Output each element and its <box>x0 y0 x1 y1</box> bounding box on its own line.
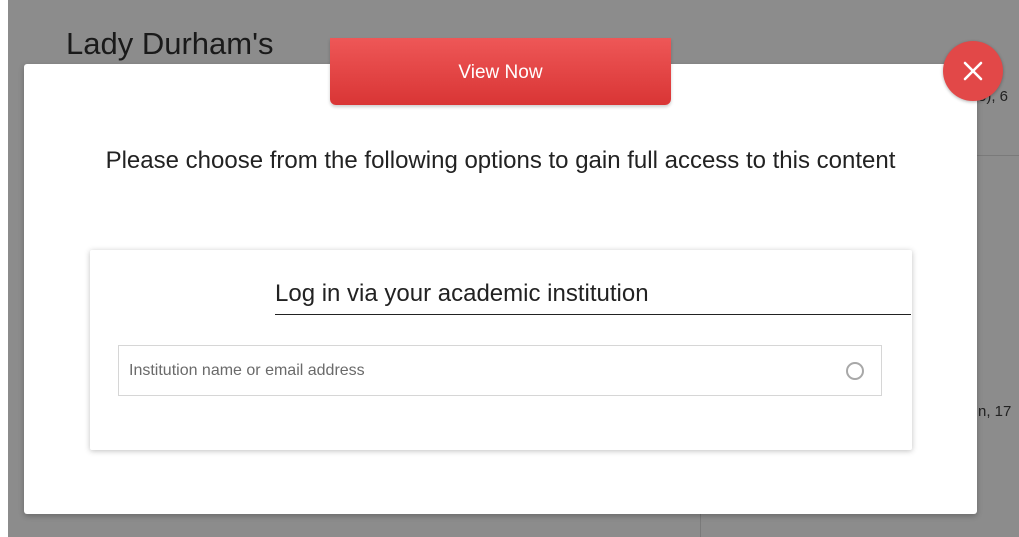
card-title-label: Log in via your academic institution <box>275 280 649 307</box>
article-title: Lady Durham's <box>66 26 274 61</box>
page-edge <box>0 0 8 537</box>
close-icon <box>963 61 983 81</box>
close-button[interactable] <box>943 41 1003 101</box>
background-snippet: n, 17 <box>978 403 1012 420</box>
card-title-underline <box>275 314 911 315</box>
loading-spinner-icon <box>846 362 864 380</box>
divider <box>700 514 701 537</box>
view-now-button[interactable]: View Now <box>330 38 671 105</box>
card-title: Log in via your academic institution <box>275 280 911 308</box>
modal-heading: Please choose from the following options… <box>105 147 896 174</box>
divider <box>977 155 1019 156</box>
institution-search-input[interactable] <box>118 345 882 396</box>
